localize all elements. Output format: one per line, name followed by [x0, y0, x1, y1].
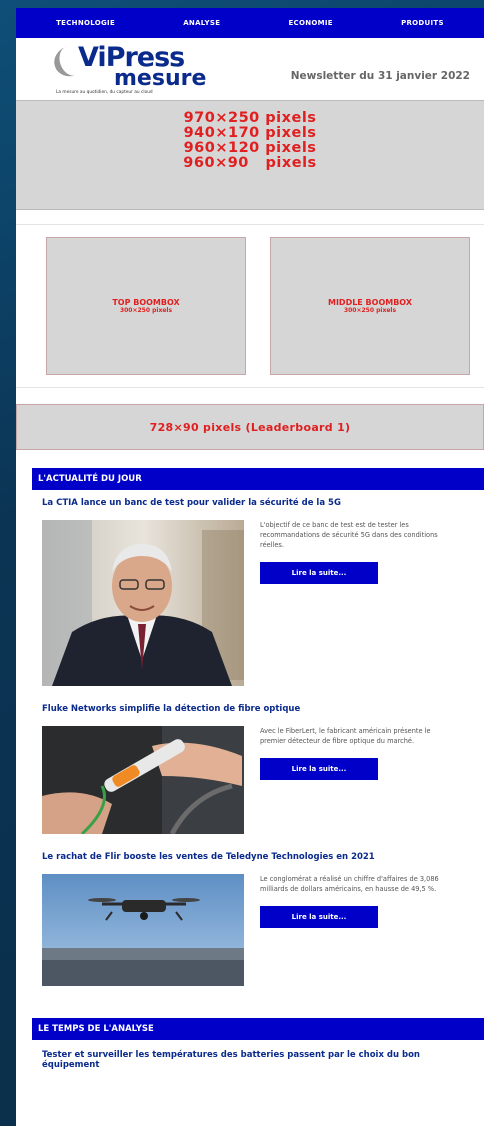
top-boombox-ad[interactable]: TOP BOOMBOX 300×250 pixels [46, 237, 246, 375]
article-image-fiber-detector[interactable] [42, 726, 244, 834]
article-item: Fluke Networks simplifie la détection de… [42, 704, 462, 834]
article-title[interactable]: La CTIA lance un banc de test pour valid… [42, 498, 462, 508]
top-banner-ad[interactable]: 970×250 pixels 940×170 pixels 960×120 pi… [16, 100, 484, 210]
banner-size-4: 960×90 pixels [183, 155, 317, 171]
article-title[interactable]: Le rachat de Flir booste les ventes de T… [42, 852, 462, 862]
newsletter: TECHNOLOGIE ANALYSE ECONOMIE PRODUITS Vi… [16, 8, 484, 1126]
article-summary: L'objectif de ce banc de test est de tes… [260, 521, 438, 549]
section-header-analyse: LE TEMPS DE L'ANALYSE [32, 1018, 484, 1040]
leaderboard-label: 728×90 pixels (Leaderboard 1) [149, 420, 351, 434]
header: ViPress mesure La mesure au quotidien, d… [16, 38, 484, 100]
boombox-size: 300×250 pixels [343, 307, 397, 314]
logo-tagline: La mesure au quotidien, du capteur au cl… [56, 90, 153, 95]
boombox-size: 300×250 pixels [119, 307, 173, 314]
article-item: Tester et surveiller les températures de… [42, 1050, 462, 1070]
top-nav: TECHNOLOGIE ANALYSE ECONOMIE PRODUITS [16, 8, 484, 38]
vipress-logo[interactable]: ViPress mesure La mesure au quotidien, d… [49, 41, 234, 98]
article-image-drone[interactable] [42, 874, 244, 986]
fiber-detector-icon [42, 726, 244, 834]
leaderboard-ad[interactable]: 728×90 pixels (Leaderboard 1) [16, 404, 484, 450]
banner-size-1: 970×250 pixels [183, 110, 317, 126]
middle-boombox-ad[interactable]: MIDDLE BOOMBOX 300×250 pixels [270, 237, 470, 375]
article-title[interactable]: Tester et surveiller les températures de… [42, 1050, 462, 1070]
banner-size-2: 940×170 pixels [183, 125, 317, 141]
read-more-button[interactable]: Lire la suite... [260, 562, 378, 584]
nav-technologie[interactable]: TECHNOLOGIE [56, 19, 115, 27]
article-title[interactable]: Fluke Networks simplifie la détection de… [42, 704, 462, 714]
article-summary: Avec le FiberLert, le fabricant américai… [260, 727, 431, 745]
section-header-actualite: L'ACTUALITÉ DU JOUR [32, 468, 484, 490]
article-item: Le rachat de Flir booste les ventes de T… [42, 852, 462, 986]
boombox-row: TOP BOOMBOX 300×250 pixels MIDDLE BOOMBO… [16, 225, 484, 388]
banner-size-3: 960×120 pixels [183, 140, 317, 156]
nav-analyse[interactable]: ANALYSE [183, 19, 220, 27]
read-more-button[interactable]: Lire la suite... [260, 758, 378, 780]
drone-icon [42, 874, 244, 986]
nav-produits[interactable]: PRODUITS [401, 19, 444, 27]
newsletter-date: Newsletter du 31 janvier 2022 [290, 70, 470, 82]
divider [16, 210, 484, 225]
read-more-button[interactable]: Lire la suite... [260, 906, 378, 928]
boombox-title: MIDDLE BOOMBOX [327, 298, 412, 307]
nav-economie[interactable]: ECONOMIE [288, 19, 332, 27]
man-portrait-icon [42, 520, 244, 686]
boombox-title: TOP BOOMBOX [112, 298, 180, 307]
article-summary: Le conglomérat a réalisé un chiffre d'af… [260, 875, 439, 893]
article-image-man-portrait[interactable] [42, 520, 244, 686]
logo-vi: Vi [78, 42, 107, 73]
article-item: La CTIA lance un banc de test pour valid… [42, 498, 462, 686]
logo-mesure: mesure [114, 66, 207, 91]
